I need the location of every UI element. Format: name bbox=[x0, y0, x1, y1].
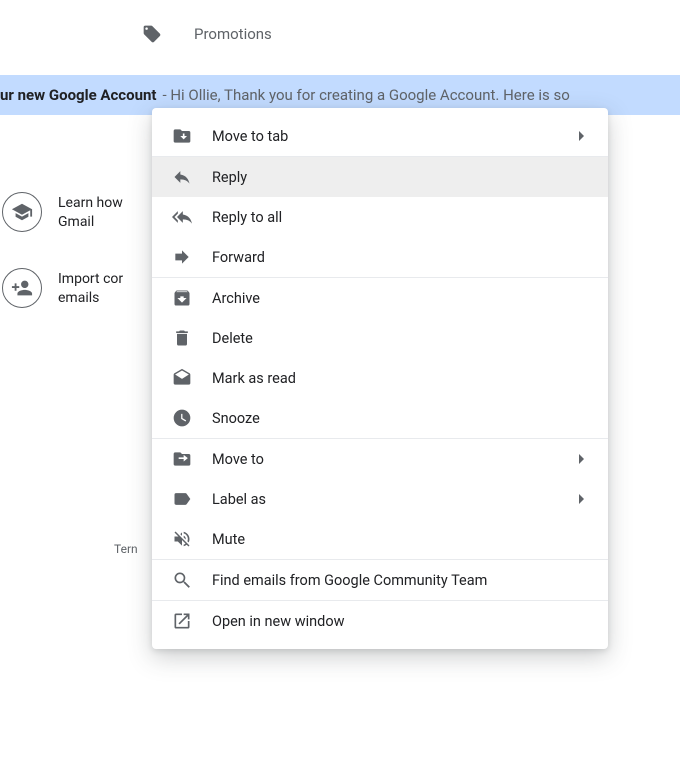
menu-item-label: Mark as read bbox=[212, 370, 588, 387]
menu-item-label: Delete bbox=[212, 330, 588, 347]
mute-icon bbox=[172, 529, 192, 549]
menu-item-label: Reply bbox=[212, 169, 588, 186]
menu-reply[interactable]: Reply bbox=[152, 157, 608, 197]
graduation-icon bbox=[2, 192, 42, 232]
menu-item-label: Find emails from Google Community Team bbox=[212, 572, 588, 589]
menu-item-label: Move to bbox=[212, 451, 559, 468]
side-item-label: Import cor emails bbox=[58, 268, 123, 308]
menu-item-label: Move to tab bbox=[212, 128, 559, 145]
context-menu: Move to tab Reply Reply to all Forward A… bbox=[152, 108, 608, 649]
menu-move-to-tab[interactable]: Move to tab bbox=[152, 116, 608, 156]
side-item-import[interactable]: Import cor emails bbox=[0, 268, 150, 308]
menu-item-label: Label as bbox=[212, 491, 559, 508]
menu-delete[interactable]: Delete bbox=[152, 318, 608, 358]
add-person-icon bbox=[2, 268, 42, 308]
menu-open-new-window[interactable]: Open in new window bbox=[152, 601, 608, 641]
mail-open-icon bbox=[172, 368, 192, 388]
clock-icon bbox=[172, 408, 192, 428]
menu-item-label: Snooze bbox=[212, 410, 588, 427]
footer-terms[interactable]: Tern bbox=[114, 542, 138, 556]
menu-item-label: Reply to all bbox=[212, 209, 588, 226]
tab-label: Promotions bbox=[194, 25, 272, 43]
folder-move-icon bbox=[172, 126, 192, 146]
chevron-right-icon bbox=[579, 131, 584, 141]
menu-label-as[interactable]: Label as bbox=[152, 479, 608, 519]
menu-mute[interactable]: Mute bbox=[152, 519, 608, 559]
menu-item-label: Mute bbox=[212, 531, 588, 548]
menu-snooze[interactable]: Snooze bbox=[152, 398, 608, 438]
menu-mark-as-read[interactable]: Mark as read bbox=[152, 358, 608, 398]
folder-arrow-icon bbox=[172, 449, 192, 469]
menu-move-to[interactable]: Move to bbox=[152, 439, 608, 479]
menu-item-label: Open in new window bbox=[212, 613, 588, 630]
email-subject: ur new Google Account bbox=[0, 86, 156, 104]
reply-icon bbox=[172, 167, 192, 187]
tag-icon bbox=[142, 24, 162, 44]
menu-item-label: Archive bbox=[212, 290, 588, 307]
label-icon bbox=[172, 489, 192, 509]
menu-find-emails[interactable]: Find emails from Google Community Team bbox=[152, 560, 608, 600]
menu-item-label: Forward bbox=[212, 249, 588, 266]
trash-icon bbox=[172, 328, 192, 348]
chevron-right-icon bbox=[579, 494, 584, 504]
archive-icon bbox=[172, 288, 192, 308]
menu-reply-all[interactable]: Reply to all bbox=[152, 197, 608, 237]
search-icon bbox=[172, 570, 192, 590]
open-in-new-icon bbox=[172, 611, 192, 631]
side-item-label: Learn how Gmail bbox=[58, 192, 123, 232]
chevron-right-icon bbox=[579, 454, 584, 464]
reply-all-icon bbox=[172, 207, 192, 227]
forward-icon bbox=[172, 247, 192, 267]
menu-archive[interactable]: Archive bbox=[152, 278, 608, 318]
side-item-learn[interactable]: Learn how Gmail bbox=[0, 192, 150, 232]
email-snippet: - Hi Ollie, Thank you for creating a Goo… bbox=[162, 86, 569, 104]
tab-promotions[interactable]: Promotions bbox=[142, 24, 272, 44]
menu-forward[interactable]: Forward bbox=[152, 237, 608, 277]
